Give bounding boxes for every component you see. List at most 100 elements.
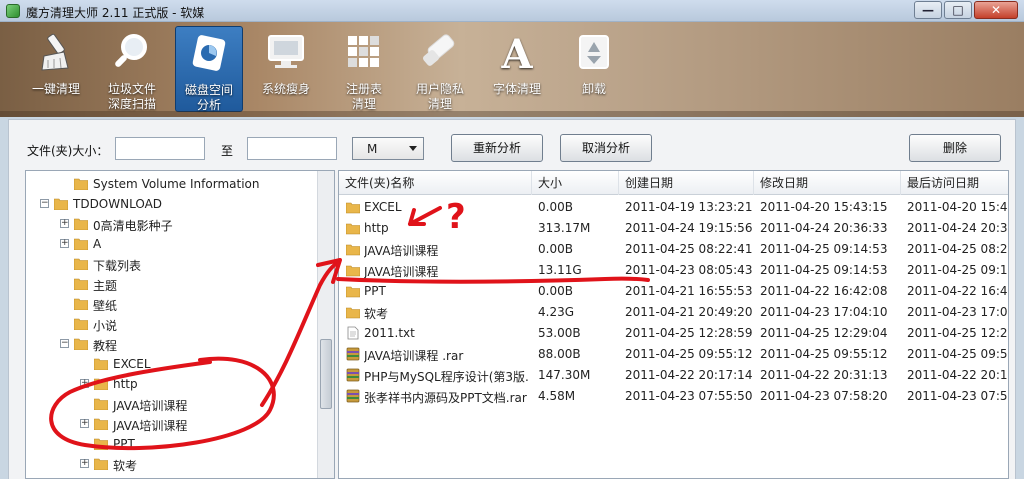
tree-item[interactable]: + JAVA培训课程: [26, 414, 316, 434]
cell-accessed: 2011-04-25 09:14: [907, 263, 1009, 277]
tree-item[interactable]: 下载列表: [26, 254, 316, 274]
tool-system-slim[interactable]: 系统瘦身: [252, 26, 320, 112]
tree-item[interactable]: 小说: [26, 314, 316, 334]
scrollbar-thumb[interactable]: [320, 339, 332, 409]
reanalyze-button[interactable]: 重新分析: [451, 134, 543, 162]
tool-uninstall[interactable]: 卸载: [560, 26, 628, 112]
cell-created: 2011-04-21 16:55:53: [625, 284, 753, 298]
expand-icon[interactable]: +: [80, 379, 89, 388]
close-button[interactable]: ✕: [974, 1, 1018, 19]
list-row[interactable]: 2011.txt 53.00B 2011-04-25 12:28:59 2011-04…: [339, 323, 1008, 344]
cell-modified: 2011-04-24 20:36:33: [760, 221, 888, 235]
tree-item[interactable]: + A: [26, 234, 316, 254]
tree-item[interactable]: − TDDOWNLOAD: [26, 194, 316, 214]
list-header: 文件(夹)名称 大小 创建日期 修改日期 最后访问日期: [339, 171, 1008, 195]
tree-item[interactable]: + http: [26, 374, 316, 394]
tree-item-label: 主题: [93, 279, 118, 293]
cell-name: EXCEL: [364, 200, 402, 214]
minimize-icon: —: [922, 3, 934, 17]
expand-icon[interactable]: +: [80, 459, 89, 468]
archive-file-icon: [346, 389, 360, 403]
tree-item-label: A: [93, 237, 102, 251]
expand-icon[interactable]: +: [60, 239, 69, 248]
text-file-icon: [347, 326, 359, 340]
window-controls: — □ ✕: [912, 1, 1018, 19]
cell-created: 2011-04-23 08:05:43: [625, 263, 753, 277]
tree-item[interactable]: PPT: [26, 434, 316, 454]
folder-icon: [94, 398, 108, 410]
cell-name: PHP与MySQL程序设计(第3版...: [364, 370, 530, 384]
size-label: 文件(夹)大小：: [27, 144, 109, 158]
cancel-analysis-button[interactable]: 取消分析: [560, 134, 652, 162]
list-row[interactable]: EXCEL 0.00B 2011-04-19 13:23:21 2011-04-20 …: [339, 197, 1008, 218]
tree-scrollbar[interactable]: [317, 171, 334, 478]
svg-text:A: A: [500, 31, 533, 74]
expand-icon[interactable]: +: [60, 219, 69, 228]
folder-icon: [54, 198, 68, 210]
cell-size: 4.58M: [538, 389, 576, 403]
content-area: System Volume Information − TDDOWNLOAD +0高清…: [8, 168, 1016, 479]
column-header[interactable]: 创建日期: [619, 171, 754, 195]
cell-modified: 2011-04-25 09:14:53: [760, 263, 888, 277]
collapse-icon[interactable]: −: [40, 199, 49, 208]
folder-icon: [346, 307, 360, 319]
minimize-button[interactable]: —: [914, 1, 942, 19]
tree-item-label: EXCEL: [113, 357, 151, 371]
maximize-icon: □: [952, 3, 964, 17]
delete-button[interactable]: 删除: [909, 134, 1001, 162]
tool-label: 注册表 清理: [345, 82, 382, 111]
file-list[interactable]: 文件(夹)名称 大小 创建日期 修改日期 最后访问日期 EXCEL 0.00B 2011-0…: [338, 170, 1009, 479]
cell-accessed: 2011-04-22 16:42: [907, 284, 1009, 298]
tool-registry-clean[interactable]: 注册表 清理: [330, 26, 398, 112]
folder-tree[interactable]: System Volume Information − TDDOWNLOAD +0高清…: [25, 170, 335, 479]
list-row[interactable]: JAVA培训课程 13.11G 2011-04-23 08:05:43 2011-04…: [339, 260, 1009, 281]
tree-item[interactable]: 壁纸: [26, 294, 316, 314]
collapse-icon[interactable]: −: [60, 339, 69, 348]
tree-item[interactable]: System Volume Information: [26, 174, 316, 194]
tree-item[interactable]: +0高清电影种子: [26, 214, 316, 234]
list-row[interactable]: PHP与MySQL程序设计(第3版... 147.30M 2011-04-22 20…: [339, 365, 1008, 386]
list-row[interactable]: JAVA培训课程 .rar 88.00B 2011-04-25 09:55:12 20…: [339, 344, 1008, 365]
font-a-icon: A: [500, 31, 533, 78]
tree-item[interactable]: + 软考: [26, 454, 316, 474]
cell-created: 2011-04-25 09:55:12: [625, 347, 753, 361]
list-row[interactable]: 软考 4.23G 2011-04-21 20:49:20 2011-04-23 17:…: [339, 302, 1009, 323]
broom-icon: [41, 33, 69, 71]
expand-icon[interactable]: +: [80, 419, 89, 428]
cell-modified: 2011-04-23 17:04:10: [760, 305, 888, 319]
min-size-input[interactable]: [115, 137, 205, 160]
tree-item-label: http: [113, 377, 138, 391]
tree-item-label: 0高清电影种子: [93, 219, 173, 233]
folder-icon: [74, 238, 88, 250]
tool-one-click-clean[interactable]: 一键清理: [22, 26, 90, 112]
tree-item-label: 壁纸: [93, 299, 118, 313]
list-row[interactable]: PPT 0.00B 2011-04-21 16:55:53 2011-04-22 16…: [339, 281, 1009, 302]
list-row[interactable]: JAVA培训课程 0.00B 2011-04-25 08:22:41 2011-04-…: [339, 239, 1008, 260]
folder-icon: [346, 244, 360, 256]
tree-item-label: TDDOWNLOAD: [73, 197, 163, 211]
list-row[interactable]: 张孝祥书内源码及PPT文档.rar 4.58M 2011-04-23 07:55:5…: [339, 386, 1008, 407]
list-row[interactable]: http 313.17M 2011-04-24 19:15:56 2011-04-24…: [339, 218, 1008, 239]
tool-font-clean[interactable]: A 字体清理: [483, 26, 551, 112]
column-header[interactable]: 文件(夹)名称: [339, 171, 532, 195]
tree-item[interactable]: JAVA培训课程: [26, 394, 316, 414]
title-bar[interactable]: 魔方清理大师 2.11 正式版 - 软媒 — □ ✕: [0, 0, 1024, 22]
tree-item[interactable]: − 教程: [26, 334, 316, 354]
tool-label: 一键清理: [31, 82, 80, 96]
monitor-icon: [268, 35, 304, 68]
max-size-input[interactable]: [247, 137, 337, 160]
column-header[interactable]: 最后访问日期: [901, 171, 1008, 195]
column-header[interactable]: 大小: [532, 171, 619, 195]
tool-disk-analysis[interactable]: 磁盘空间 分析: [175, 26, 243, 112]
cell-size: 0.00B: [538, 242, 573, 256]
cell-modified: 2011-04-22 16:42:08: [760, 284, 888, 298]
tree-item[interactable]: +视频节术: [26, 474, 316, 478]
tool-junk-scan[interactable]: 垃圾文件 深度扫描: [98, 26, 166, 112]
column-header[interactable]: 修改日期: [754, 171, 901, 195]
tree-item[interactable]: 主题: [26, 274, 316, 294]
maximize-button[interactable]: □: [944, 1, 972, 19]
tool-privacy-clean[interactable]: 用户隐私 清理: [406, 26, 474, 112]
unit-select[interactable]: M: [352, 137, 424, 160]
tree-item[interactable]: EXCEL: [26, 354, 316, 374]
cell-accessed: 2011-04-23 17:04: [907, 305, 1009, 319]
